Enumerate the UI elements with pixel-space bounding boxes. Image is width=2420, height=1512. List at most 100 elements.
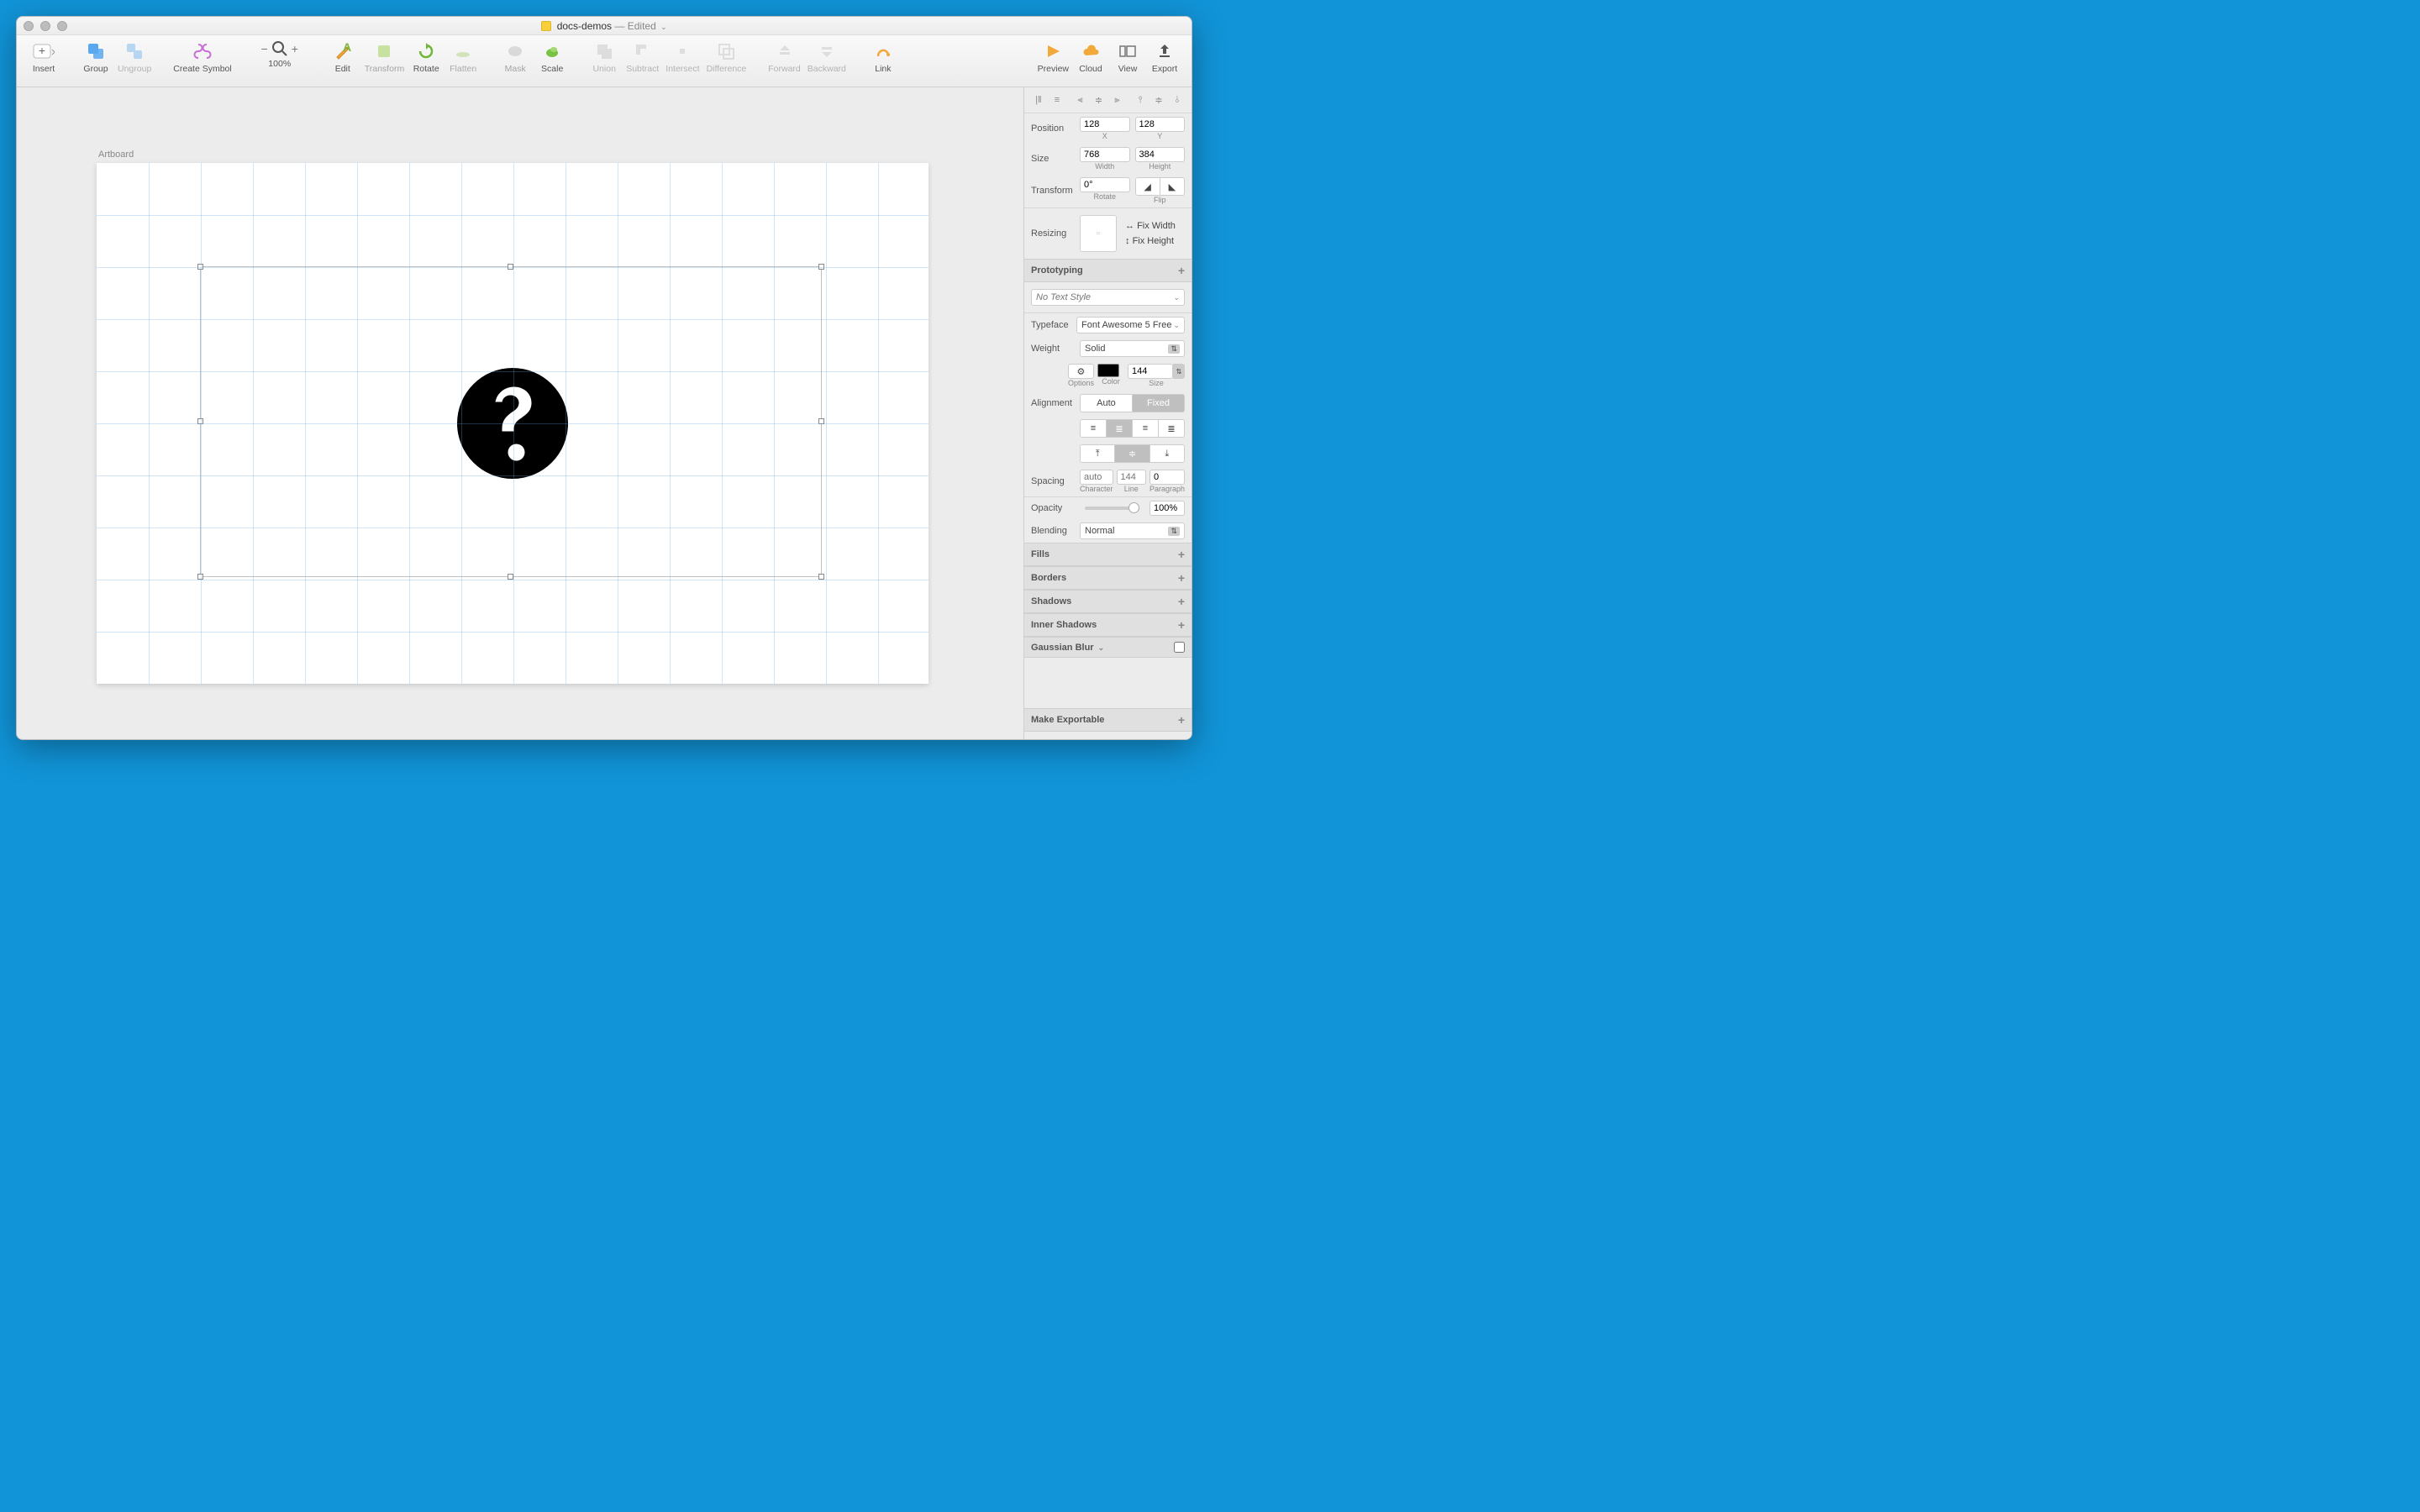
- align-dist-h[interactable]: |‖: [1031, 92, 1046, 108]
- align-left[interactable]: ⫷: [1073, 92, 1088, 108]
- flip-v[interactable]: ◣: [1160, 178, 1184, 195]
- zoom-out[interactable]: −: [261, 42, 268, 55]
- forward-button[interactable]: Forward: [765, 39, 804, 76]
- prototyping-header[interactable]: Prototyping+: [1024, 259, 1192, 282]
- preview-button[interactable]: Preview: [1034, 39, 1072, 76]
- font-size-input[interactable]: [1128, 364, 1173, 379]
- align-fixed[interactable]: Fixed: [1132, 395, 1184, 412]
- typeface-dropdown[interactable]: Font Awesome 5 Free⌄: [1076, 317, 1185, 333]
- plus-icon[interactable]: +: [1178, 264, 1185, 277]
- position-label: Position: [1031, 123, 1075, 134]
- backward-button[interactable]: Backward: [804, 39, 850, 76]
- text-halign[interactable]: ≡ ≣ ≡ ≣: [1080, 419, 1185, 438]
- view-button[interactable]: View: [1109, 39, 1146, 76]
- doc-state: — Edited: [614, 20, 655, 32]
- plus-icon[interactable]: +: [1178, 571, 1185, 585]
- transform-label: Transform: [1031, 186, 1075, 196]
- para-spacing[interactable]: [1150, 470, 1185, 485]
- options-button[interactable]: ⚙: [1068, 364, 1094, 379]
- valign-mid[interactable]: ≑: [1114, 445, 1149, 462]
- intersect-button[interactable]: Intersect: [662, 39, 702, 76]
- align-bottom[interactable]: ⫰: [1170, 92, 1185, 108]
- alignment-mode[interactable]: AutoFixed: [1080, 394, 1185, 412]
- fills-header[interactable]: Fills+: [1024, 543, 1192, 566]
- align-right[interactable]: ⫸: [1110, 92, 1125, 108]
- blending-dropdown[interactable]: Normal⇅: [1080, 522, 1185, 539]
- artboard-label[interactable]: Artboard: [98, 150, 134, 160]
- borders-header[interactable]: Borders+: [1024, 566, 1192, 590]
- resizing-label: Resizing: [1031, 228, 1075, 239]
- pos-x-input[interactable]: [1080, 117, 1130, 132]
- plus-icon[interactable]: +: [1178, 713, 1185, 727]
- magnifier-icon: [271, 40, 288, 57]
- body: Artboard: [17, 87, 1192, 739]
- height-input[interactable]: [1135, 147, 1186, 162]
- symbol-icon: [192, 40, 213, 62]
- text-left[interactable]: ≡: [1081, 420, 1106, 437]
- line-spacing[interactable]: [1117, 470, 1146, 485]
- plus-icon[interactable]: +: [1178, 548, 1185, 561]
- ungroup-button[interactable]: Ungroup: [114, 39, 155, 76]
- svg-text:+: +: [39, 44, 45, 57]
- canvas[interactable]: Artboard: [17, 87, 1023, 739]
- play-icon: [1042, 40, 1064, 62]
- text-valign[interactable]: ⤒ ≑ ⤓: [1080, 444, 1185, 463]
- inner-shadows-header[interactable]: Inner Shadows+: [1024, 613, 1192, 637]
- zoom-control[interactable]: − + 100%: [250, 39, 309, 71]
- difference-button[interactable]: Difference: [703, 39, 750, 76]
- weight-dropdown[interactable]: Solid⇅: [1080, 340, 1185, 357]
- color-swatch[interactable]: [1097, 364, 1119, 377]
- make-exportable-header[interactable]: Make Exportable+: [1024, 708, 1192, 732]
- fix-height[interactable]: ↕ Fix Height: [1125, 236, 1185, 246]
- align-auto[interactable]: Auto: [1081, 395, 1132, 412]
- flatten-button[interactable]: Flatten: [445, 39, 481, 76]
- align-hcenter[interactable]: ≑: [1092, 92, 1107, 108]
- union-button[interactable]: Union: [586, 39, 623, 76]
- rotate-input[interactable]: [1080, 177, 1130, 192]
- resize-box[interactable]: ▫: [1080, 215, 1117, 252]
- valign-top[interactable]: ⤒: [1081, 445, 1114, 462]
- pos-y-input[interactable]: [1135, 117, 1186, 132]
- artboard[interactable]: [97, 163, 929, 684]
- mask-button[interactable]: Mask: [497, 39, 534, 76]
- rotate-button[interactable]: Rotate: [408, 39, 445, 76]
- flip-seg[interactable]: ◢◣: [1135, 177, 1186, 196]
- opacity-slider[interactable]: [1085, 507, 1139, 510]
- shadows-header[interactable]: Shadows+: [1024, 590, 1192, 613]
- edit-button[interactable]: AEdit: [324, 39, 361, 76]
- fix-width[interactable]: ↔ Fix Width: [1125, 221, 1185, 231]
- text-justify[interactable]: ≣: [1158, 420, 1184, 437]
- align-vcenter[interactable]: ≑: [1151, 92, 1166, 108]
- align-top[interactable]: ⫯: [1133, 92, 1148, 108]
- plus-icon[interactable]: +: [1178, 595, 1185, 608]
- width-input[interactable]: [1080, 147, 1130, 162]
- typeface-label: Typeface: [1031, 320, 1071, 330]
- valign-bot[interactable]: ⤓: [1150, 445, 1184, 462]
- titlebar: docs-demos — Edited ⌄: [17, 17, 1192, 35]
- union-icon: [593, 40, 615, 62]
- export-button[interactable]: Export: [1146, 39, 1183, 76]
- zoom-in[interactable]: +: [292, 42, 298, 55]
- link-icon: [872, 40, 894, 62]
- blur-checkbox[interactable]: [1174, 642, 1185, 653]
- insert-button[interactable]: + Insert: [25, 39, 62, 76]
- doc-name: docs-demos: [557, 20, 612, 32]
- link-button[interactable]: Link: [865, 39, 902, 76]
- cloud-button[interactable]: Cloud: [1072, 39, 1109, 76]
- forward-icon: [774, 40, 796, 62]
- align-dist-v[interactable]: ≡: [1050, 92, 1065, 108]
- plus-icon[interactable]: +: [1178, 618, 1185, 632]
- char-spacing[interactable]: [1080, 470, 1113, 485]
- opacity-input[interactable]: [1150, 501, 1185, 516]
- text-center[interactable]: ≣: [1106, 420, 1132, 437]
- transform-button[interactable]: Transform: [361, 39, 408, 76]
- text-style-dropdown[interactable]: No Text Style⌄: [1031, 289, 1185, 306]
- subtract-button[interactable]: Subtract: [623, 39, 662, 76]
- flip-h[interactable]: ◢: [1136, 178, 1160, 195]
- text-right[interactable]: ≡: [1132, 420, 1158, 437]
- chevron-down-icon[interactable]: ⌄: [660, 23, 667, 31]
- scale-button[interactable]: Scale: [534, 39, 571, 76]
- create-symbol-button[interactable]: Create Symbol: [170, 39, 234, 76]
- group-button[interactable]: Group: [77, 39, 114, 76]
- gaussian-blur-header[interactable]: Gaussian Blur ⌄: [1024, 637, 1192, 658]
